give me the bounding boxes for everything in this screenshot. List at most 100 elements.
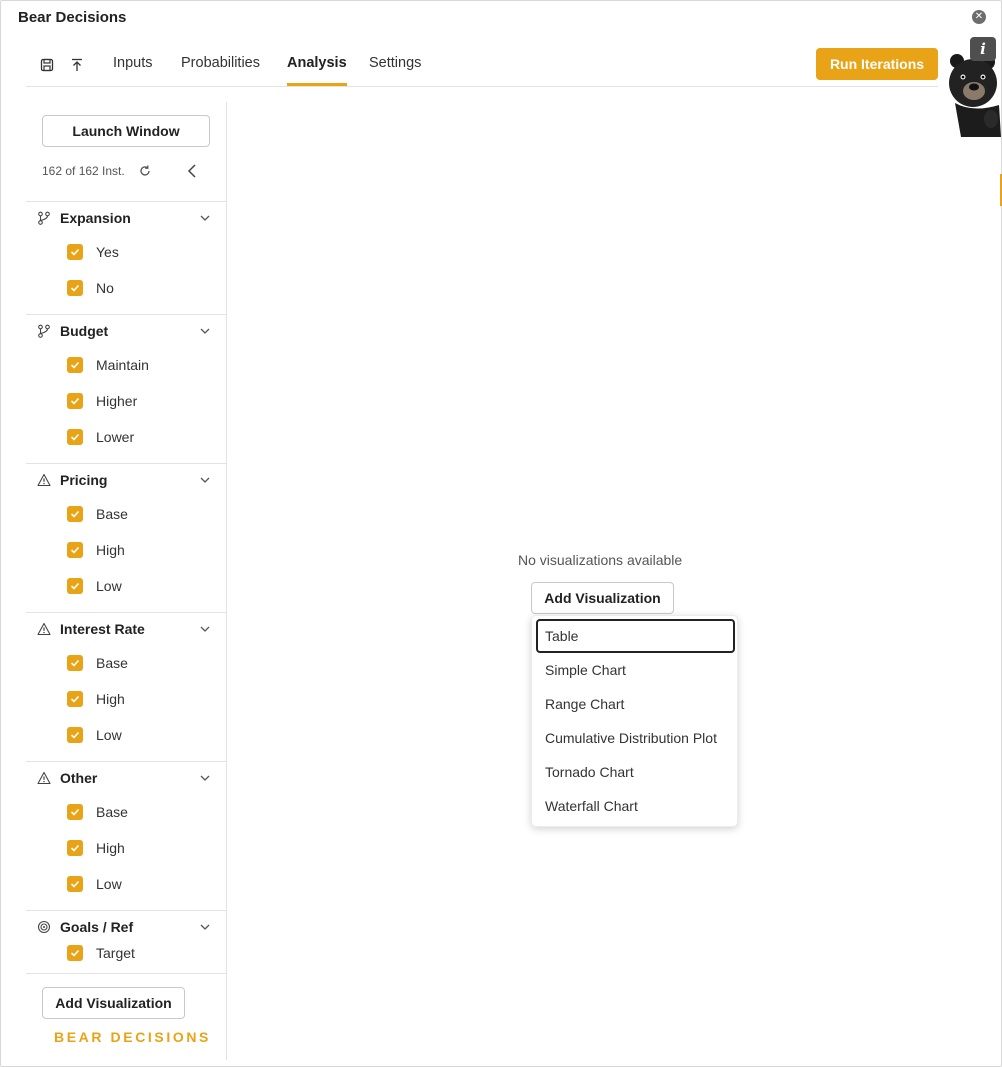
option-label: High (96, 840, 125, 856)
filter-option[interactable]: High (67, 540, 217, 560)
option-label: Base (96, 655, 128, 671)
checkbox[interactable] (67, 429, 83, 445)
tab-bar: Inputs Probabilities Analysis Settings (26, 45, 938, 87)
refresh-icon[interactable] (138, 164, 152, 178)
checkbox[interactable] (67, 357, 83, 373)
main-content: No visualizations available Add Visualiz… (227, 88, 1001, 1060)
filter-option[interactable]: Base (67, 653, 217, 673)
chevron-down-icon[interactable] (199, 475, 211, 485)
filter-section-goals: Goals / Ref Target (26, 910, 227, 973)
option-label: No (96, 280, 114, 296)
chevron-down-icon[interactable] (199, 213, 211, 223)
menu-item-cumulative-distribution-plot[interactable]: Cumulative Distribution Plot (536, 721, 735, 755)
menu-item-waterfall-chart[interactable]: Waterfall Chart (536, 789, 735, 823)
menu-item-simple-chart[interactable]: Simple Chart (536, 653, 735, 687)
tab-analysis[interactable]: Analysis (287, 55, 347, 86)
section-header[interactable]: Budget (26, 315, 227, 347)
filter-section-other: Other Base High Low (26, 761, 227, 910)
checkbox[interactable] (67, 578, 83, 594)
branch-icon (38, 324, 50, 338)
option-label: Low (96, 578, 122, 594)
tab-inputs[interactable]: Inputs (113, 55, 153, 83)
filter-option[interactable]: Lower (67, 427, 217, 447)
chevron-left-icon[interactable] (186, 163, 200, 179)
section-title: Expansion (60, 210, 131, 226)
option-label: Low (96, 876, 122, 892)
title-bar: Bear Decisions ✕ (1, 1, 1001, 33)
section-title: Goals / Ref (60, 919, 134, 935)
section-header[interactable]: Pricing (26, 464, 227, 496)
menu-item-tornado-chart[interactable]: Tornado Chart (536, 755, 735, 789)
branch-icon (38, 211, 50, 225)
filter-option[interactable]: Base (67, 504, 217, 524)
filter-option[interactable]: Higher (67, 391, 217, 411)
close-icon[interactable]: ✕ (972, 10, 986, 24)
filter-option[interactable]: Low (67, 576, 217, 596)
checkbox[interactable] (67, 876, 83, 892)
section-header[interactable]: Expansion (26, 202, 227, 234)
option-label: High (96, 542, 125, 558)
launch-window-button[interactable]: Launch Window (42, 115, 210, 147)
upload-icon[interactable] (70, 58, 86, 74)
warning-icon (37, 771, 51, 785)
option-label: Higher (96, 393, 138, 409)
option-label: Base (96, 506, 128, 522)
brand-logo: BEAR DECISIONS (54, 1029, 211, 1045)
section-header[interactable]: Interest Rate (26, 613, 227, 645)
filter-section-pricing: Pricing Base High Low (26, 463, 227, 612)
warning-icon (37, 622, 51, 636)
app-window: Bear Decisions ✕ Inputs Probabilities An… (0, 0, 1002, 1067)
filter-option[interactable]: Low (67, 874, 217, 894)
checkbox[interactable] (67, 244, 83, 260)
section-header[interactable]: Goals / Ref (26, 911, 227, 943)
option-label: Maintain (96, 357, 149, 373)
checkbox[interactable] (67, 542, 83, 558)
section-title: Pricing (60, 472, 108, 488)
warning-icon (37, 473, 51, 487)
checkbox[interactable] (67, 393, 83, 409)
checkbox[interactable] (67, 804, 83, 820)
option-label: Target (96, 945, 135, 961)
add-visualization-button[interactable]: Add Visualization (42, 987, 185, 1019)
filter-option[interactable]: Low (67, 725, 217, 745)
chevron-down-icon[interactable] (199, 922, 211, 932)
add-visualization-button[interactable]: Add Visualization (531, 582, 674, 614)
section-title: Interest Rate (60, 621, 145, 637)
checkbox[interactable] (67, 280, 83, 296)
sidebar-footer: Add Visualization BEAR DECISIONS (26, 973, 227, 1060)
filter-section-interest-rate: Interest Rate Base High Low (26, 612, 227, 761)
save-icon[interactable] (40, 58, 56, 74)
filter-option[interactable]: Yes (67, 242, 217, 262)
filter-section-budget: Budget Maintain Higher Lower (26, 314, 227, 463)
section-title: Budget (60, 323, 109, 339)
menu-item-table[interactable]: Table (536, 619, 735, 653)
chevron-down-icon[interactable] (199, 773, 211, 783)
filter-option[interactable]: Maintain (67, 355, 217, 375)
option-label: Low (96, 727, 122, 743)
tab-probabilities[interactable]: Probabilities (181, 55, 260, 83)
filter-option[interactable]: Base (67, 802, 217, 822)
section-header[interactable]: Other (26, 762, 227, 794)
checkbox[interactable] (67, 840, 83, 856)
menu-item-range-chart[interactable]: Range Chart (536, 687, 735, 721)
filter-section-expansion: Expansion Yes No (26, 201, 227, 314)
chevron-down-icon[interactable] (199, 624, 211, 634)
checkbox[interactable] (67, 655, 83, 671)
info-button[interactable]: i (970, 37, 996, 61)
empty-state-text: No visualizations available (518, 552, 683, 568)
checkbox[interactable] (67, 727, 83, 743)
filter-option[interactable]: High (67, 689, 217, 709)
checkbox[interactable] (67, 506, 83, 522)
option-label: Yes (96, 244, 119, 260)
run-iterations-button[interactable]: Run Iterations (816, 48, 938, 80)
option-label: High (96, 691, 125, 707)
checkbox[interactable] (67, 945, 83, 961)
chevron-down-icon[interactable] (199, 326, 211, 336)
target-icon (37, 920, 51, 934)
filter-option[interactable]: High (67, 838, 217, 858)
filter-option[interactable]: No (67, 278, 217, 298)
checkbox[interactable] (67, 691, 83, 707)
tab-settings[interactable]: Settings (369, 55, 421, 83)
filter-option[interactable]: Target (67, 943, 217, 963)
app-title: Bear Decisions (18, 9, 127, 26)
